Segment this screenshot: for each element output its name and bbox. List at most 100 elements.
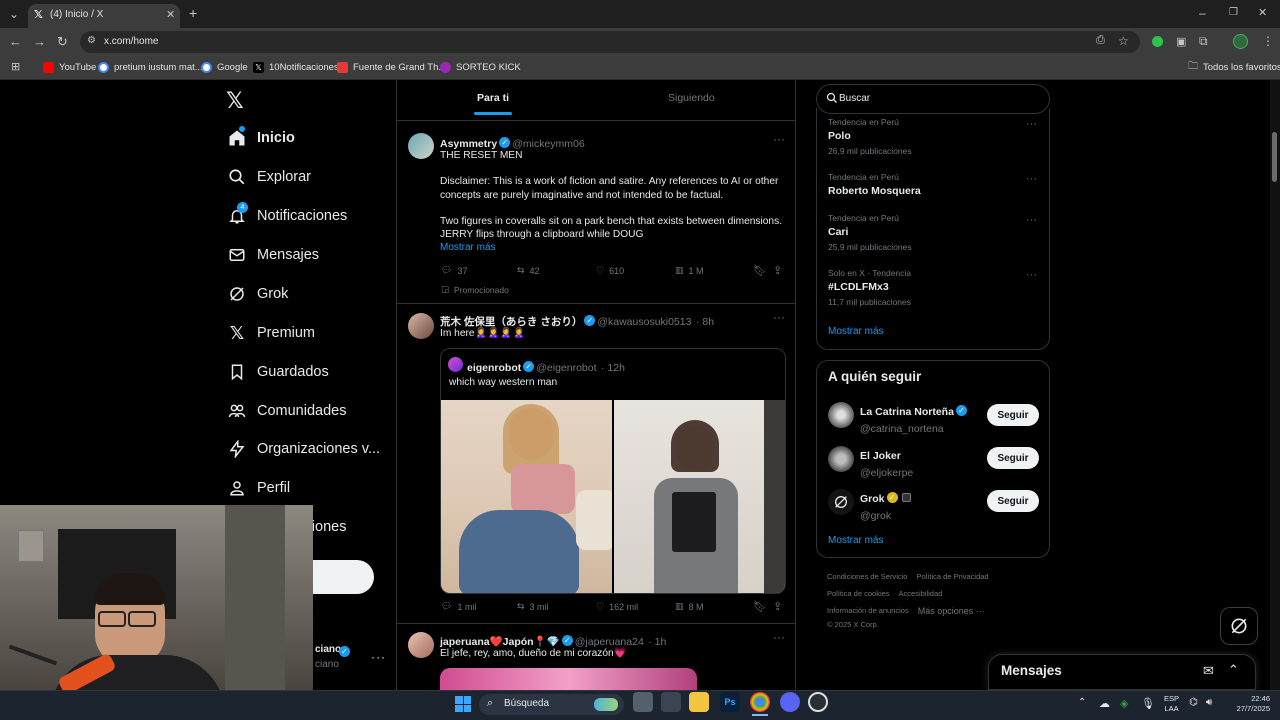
bookmark-google[interactable]: Google xyxy=(201,59,248,75)
footer-link[interactable]: Condiciones de Servicio xyxy=(827,572,907,581)
like-button[interactable]: ♡ 610 xyxy=(596,265,624,276)
nav-premium[interactable]: 𝕏 Premium xyxy=(226,319,315,347)
trends-show-more[interactable]: Mostrar más xyxy=(828,326,884,337)
photoshop-icon[interactable]: Ps xyxy=(720,692,740,712)
more-options-icon[interactable]: ··· xyxy=(773,630,785,644)
follow-suggestion[interactable]: Grok ✓ @grok xyxy=(860,489,911,522)
install-app-icon[interactable]: ⎙ xyxy=(1096,34,1105,47)
views-button[interactable]: ▥ 8 M xyxy=(675,601,704,612)
author-handle[interactable]: @kawausosuki0513 xyxy=(597,316,691,328)
more-options-icon[interactable]: ··· xyxy=(773,132,785,146)
app-icon[interactable] xyxy=(661,692,681,712)
follow-show-more[interactable]: Mostrar más xyxy=(828,535,884,546)
minimize-icon[interactable]: – xyxy=(1199,7,1206,19)
site-info-icon[interactable]: ⚙ xyxy=(87,35,96,46)
like-button[interactable]: ♡ 162 mil xyxy=(596,601,638,612)
avatar[interactable] xyxy=(408,133,434,159)
quoted-tweet[interactable]: eigenrobot ✓ @eigenrobot · 12h which way w… xyxy=(440,348,786,594)
avatar[interactable] xyxy=(828,446,854,472)
tweet-media[interactable] xyxy=(440,668,697,690)
microphone-icon[interactable]: 🎙︎ xyxy=(1141,697,1155,710)
language-indicator[interactable]: ESP LAA xyxy=(1164,694,1179,714)
bookmark-grand-theft[interactable]: Fuente de Grand Th... xyxy=(337,59,446,75)
new-tab-icon[interactable]: + xyxy=(189,6,197,20)
tweet[interactable]: japeruana❤️Japón📍💎 ✓ @japeruana24 · 1h ···… xyxy=(397,624,795,690)
file-explorer-icon[interactable] xyxy=(689,692,709,712)
reply-button[interactable]: 💬︎ 37 xyxy=(441,265,467,276)
avatar[interactable] xyxy=(828,489,854,515)
windows-start-icon[interactable] xyxy=(455,696,471,712)
footer-link[interactable]: Política de Privacidad xyxy=(916,572,988,581)
follow-button[interactable]: Seguir xyxy=(987,490,1039,512)
footer-link[interactable]: Información de anuncios xyxy=(827,606,909,616)
bookmark-icon[interactable]: 🔖︎ xyxy=(753,264,767,277)
photo-left[interactable] xyxy=(441,400,612,593)
chrome-menu-icon[interactable]: ⋮ xyxy=(1262,35,1274,47)
repost-button[interactable]: ⇆ 42 xyxy=(517,265,540,276)
nav-organizaciones[interactable]: Organizaciones v... xyxy=(226,435,380,463)
reload-icon[interactable]: ↻ xyxy=(57,35,68,48)
tray-app-icon[interactable]: ◈ xyxy=(1120,697,1128,710)
trend-more-icon[interactable]: ··· xyxy=(1026,173,1037,185)
tab-close-icon[interactable]: ✕ xyxy=(166,8,175,21)
bookmark-star-icon[interactable]: ☆ xyxy=(1118,34,1129,48)
bookmark-pretium[interactable]: pretium iustum mat... xyxy=(98,59,203,75)
follow-button[interactable]: Seguir xyxy=(987,404,1039,426)
footer-more-options[interactable]: Más opciones ··· xyxy=(918,606,985,616)
trend-more-icon[interactable]: ··· xyxy=(1026,214,1037,226)
nav-inicio[interactable]: Inicio xyxy=(226,124,295,152)
forward-icon[interactable]: → xyxy=(33,35,46,48)
back-icon[interactable]: ← xyxy=(9,35,22,48)
follow-suggestion[interactable]: El Joker @eljokerpe xyxy=(860,446,913,479)
share-icon[interactable]: ⇪ xyxy=(773,600,782,613)
extension-icon[interactable]: ▣ xyxy=(1176,36,1186,48)
tray-chevron-icon[interactable]: ⌃ xyxy=(1078,697,1086,708)
repost-button[interactable]: ⇆ 3 mil xyxy=(517,601,549,612)
trend-item[interactable]: Tendencia en Perú Polo 26,9 mil publicac… xyxy=(828,117,912,156)
nav-perfil[interactable]: Perfil xyxy=(226,474,290,502)
account-more-icon[interactable]: ··· xyxy=(371,650,386,664)
tweet-time[interactable]: · 8h xyxy=(696,316,714,328)
extension-green-icon[interactable] xyxy=(1152,36,1163,47)
nav-comunidades[interactable]: Comunidades xyxy=(226,397,346,425)
task-view-icon[interactable] xyxy=(633,692,653,712)
onedrive-icon[interactable]: ☁ xyxy=(1099,697,1110,710)
reply-button[interactable]: 💬︎ 1 mil xyxy=(441,601,476,612)
avatar[interactable] xyxy=(828,402,854,428)
trend-item[interactable]: Solo en X · Tendencia #LCDLFMx3 11,7 mil… xyxy=(828,268,911,307)
x-logo-icon[interactable]: 𝕏 xyxy=(226,88,244,114)
tab-siguiendo[interactable]: Siguiendo xyxy=(668,92,715,104)
restore-icon[interactable]: ❐ xyxy=(1229,7,1238,19)
nav-guardados[interactable]: Guardados xyxy=(226,358,329,386)
browser-tab[interactable]: 𝕏 (4) Inicio / X ✕ xyxy=(28,4,180,28)
trend-more-icon[interactable]: ··· xyxy=(1026,269,1037,281)
tweet[interactable]: 荒木 佐保里（あらき さおり） ✓ @kawausosuki0513 · 8h ··… xyxy=(397,304,795,624)
bookmark-icon[interactable]: 🔖︎ xyxy=(753,600,767,613)
tab-search-chevron-icon[interactable]: ⌄ xyxy=(9,8,19,20)
nav-notificaciones[interactable]: 4 Notificaciones xyxy=(226,202,347,230)
share-icon[interactable]: ⇪ xyxy=(773,264,782,277)
extensions-puzzle-icon[interactable]: ⧉ xyxy=(1199,35,1208,47)
more-options-icon[interactable]: ··· xyxy=(773,310,785,324)
grok-floating-button[interactable] xyxy=(1220,607,1258,645)
tweet[interactable]: Asymmetry ✓ @mickeymm06 ··· THE RESET MEN … xyxy=(397,122,795,304)
tweet-time[interactable]: · 1h xyxy=(648,636,666,648)
profile-avatar[interactable] xyxy=(1233,34,1248,49)
bookmark-notificaciones[interactable]: 𝕏 10Notificaciones xyxy=(253,59,339,75)
app-icon[interactable] xyxy=(808,692,828,712)
nav-grok[interactable]: Grok xyxy=(226,280,288,308)
footer-link[interactable]: Accesibilidad xyxy=(899,589,943,598)
network-icon[interactable]: ⌬ xyxy=(1189,697,1198,708)
taskbar-search[interactable]: ⌕ Búsqueda xyxy=(479,694,624,715)
new-message-icon[interactable]: ✉ xyxy=(1203,663,1214,679)
footer-link[interactable]: Política de cookies xyxy=(827,589,890,598)
clock[interactable]: 22:46 27/7/2025 xyxy=(1224,694,1270,714)
trend-more-icon[interactable]: ··· xyxy=(1026,118,1037,130)
expand-icon[interactable]: ⌃ xyxy=(1228,662,1239,678)
show-more-link[interactable]: Mostrar más xyxy=(440,242,496,253)
tab-para-ti[interactable]: Para ti xyxy=(477,92,509,104)
follow-button[interactable]: Seguir xyxy=(987,447,1039,469)
messages-drawer[interactable]: Mensajes ✉ ⌃ xyxy=(988,654,1256,690)
all-bookmarks[interactable]: 🗀 Todos los favoritos xyxy=(1188,59,1280,75)
apps-grid-icon[interactable]: ⊞ xyxy=(11,61,20,73)
